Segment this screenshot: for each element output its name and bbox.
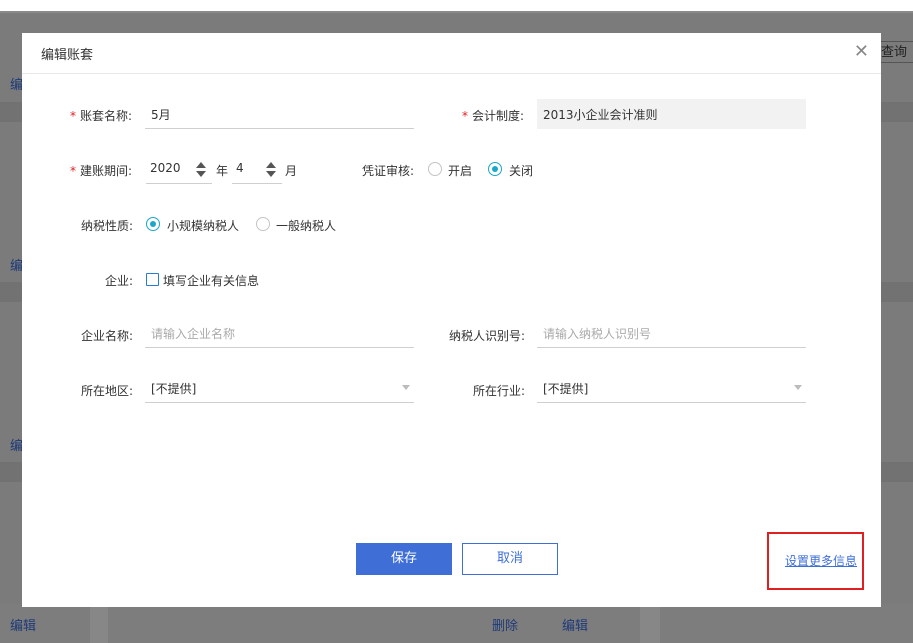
- voucher-review-off-radio[interactable]: [488, 162, 502, 176]
- taxpayer-id-label: 纳税人识别号:: [449, 329, 526, 343]
- edit-link[interactable]: 编辑: [562, 615, 588, 634]
- small-scale-radio[interactable]: [146, 217, 160, 231]
- enterprise-info-checkbox-label[interactable]: 填写企业有关信息: [163, 272, 259, 289]
- enterprise-info-checkbox[interactable]: [146, 273, 159, 286]
- enterprise-name-placeholder: 请输入企业名称: [151, 327, 236, 341]
- period-label: * 建账期间:: [70, 162, 132, 179]
- enterprise-label: 企业:: [105, 274, 134, 288]
- top-bar: [0, 0, 913, 11]
- account-name-input[interactable]: 5月: [145, 99, 414, 129]
- region-select[interactable]: [不提供]: [145, 373, 414, 403]
- voucher-review-label: 凭证审核:: [362, 164, 415, 178]
- taxpayer-id-input[interactable]: 请输入纳税人识别号: [537, 318, 806, 348]
- voucher-review-off-label[interactable]: 关闭: [509, 162, 533, 179]
- cancel-button[interactable]: 取消: [462, 543, 558, 575]
- accounting-system-field: 2013小企业会计准则: [537, 99, 806, 129]
- caret-down-icon[interactable]: [266, 171, 276, 177]
- accounting-system-value: 2013小企业会计准则: [543, 108, 658, 122]
- year-stepper[interactable]: 2020: [146, 154, 212, 184]
- bottom-row: [0, 604, 913, 643]
- region-label: 所在地区:: [81, 384, 134, 398]
- caret-up-icon[interactable]: [196, 162, 206, 168]
- delete-link[interactable]: 删除: [492, 615, 518, 634]
- caret-down-icon[interactable]: [196, 171, 206, 177]
- month-unit: 月: [285, 164, 298, 178]
- dialog-header: 编辑账套 ✕: [22, 33, 881, 74]
- enterprise-name-input[interactable]: 请输入企业名称: [145, 318, 414, 348]
- account-name-label-text: 账套名称:: [80, 109, 133, 123]
- save-button[interactable]: 保存: [356, 543, 452, 575]
- highlight-box: [767, 532, 864, 590]
- month-value: 4: [236, 161, 244, 175]
- industry-select[interactable]: [不提供]: [537, 373, 806, 403]
- taxpayer-id-placeholder: 请输入纳税人识别号: [543, 327, 652, 341]
- accounting-system-label-text: 会计制度:: [472, 109, 525, 123]
- voucher-review-on-radio[interactable]: [428, 162, 442, 176]
- edit-account-dialog: 编辑账套 ✕ * 账套名称: 5月 * 会计制度: 2013小企业会计准则 * 建账期…: [22, 33, 881, 607]
- month-stepper[interactable]: 4: [232, 154, 282, 184]
- chevron-down-icon: [794, 385, 802, 390]
- industry-value: [不提供]: [543, 382, 589, 396]
- table-cell: [90, 604, 108, 643]
- region-value: [不提供]: [151, 382, 197, 396]
- required-mark: *: [462, 109, 468, 123]
- dialog-title: 编辑账套: [41, 48, 94, 63]
- general-taxpayer-radio[interactable]: [256, 217, 270, 231]
- close-icon[interactable]: ✕: [854, 41, 869, 62]
- accounting-system-label: * 会计制度:: [462, 107, 524, 124]
- chevron-down-icon: [402, 385, 410, 390]
- small-scale-label[interactable]: 小规模纳税人: [167, 217, 239, 234]
- account-name-label: * 账套名称:: [70, 107, 132, 124]
- year-unit: 年: [216, 164, 229, 178]
- general-taxpayer-label[interactable]: 一般纳税人: [276, 217, 336, 234]
- bottom-edit-link[interactable]: 编辑: [10, 615, 36, 634]
- query-button[interactable]: 查询: [878, 41, 913, 63]
- enterprise-name-label: 企业名称:: [81, 329, 134, 343]
- industry-label: 所在行业:: [473, 384, 526, 398]
- year-value: 2020: [150, 161, 181, 175]
- voucher-review-on-label[interactable]: 开启: [448, 162, 472, 179]
- required-mark: *: [70, 109, 76, 123]
- account-name-value: 5月: [151, 108, 171, 122]
- taxpayer-type-label: 纳税性质:: [81, 219, 134, 233]
- period-label-text: 建账期间:: [80, 164, 133, 178]
- caret-up-icon[interactable]: [266, 162, 276, 168]
- required-mark: *: [70, 164, 76, 178]
- table-cell: [640, 604, 660, 643]
- top-divider: [0, 11, 913, 13]
